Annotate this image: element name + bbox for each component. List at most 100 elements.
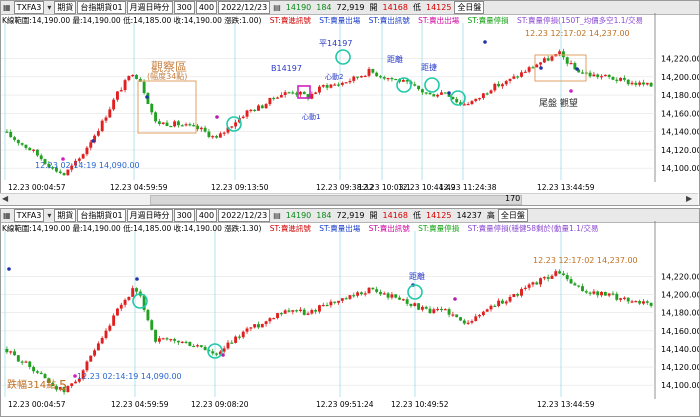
price-tick-label: 14,120.00 [661, 363, 699, 372]
candle-body [135, 288, 138, 292]
candlestick-chart-bottom: 12.23 12:17:02 14,237.00 12.23 02:14:19 … [1, 221, 699, 407]
candle-body [603, 291, 607, 296]
candle-body [642, 301, 645, 304]
candle-body [298, 91, 302, 95]
candle-body [112, 99, 116, 110]
scroll-value: 170 [505, 194, 521, 203]
candle-body [428, 92, 432, 95]
signal-dot [91, 139, 95, 143]
candle-body [478, 315, 482, 317]
candle-body [527, 284, 531, 288]
candle-body [96, 343, 100, 351]
scroll-left-icon[interactable]: ◀ [2, 194, 8, 203]
candle-body [379, 292, 382, 295]
signal-dot [453, 297, 457, 301]
scroll-right-icon[interactable]: ▶ [686, 194, 692, 203]
candle-body [603, 74, 607, 77]
candle-body [398, 297, 401, 300]
candle-body [32, 366, 36, 372]
mid-label: 距離 [409, 271, 425, 281]
candle-body [272, 318, 276, 320]
candle-body [230, 342, 234, 344]
candle-body [329, 301, 333, 306]
candle-body [554, 271, 558, 276]
candle-body [24, 144, 28, 148]
time-tick-label: 12.23 10:49:52 [391, 400, 449, 407]
candle-body [218, 133, 222, 138]
candle-body [337, 84, 340, 86]
scroll-thumb[interactable] [150, 195, 522, 205]
candle-body [581, 72, 584, 74]
candle-body [180, 341, 184, 344]
candle-body [333, 84, 337, 86]
candle-body [531, 67, 535, 69]
time-tick-label: 12.23 13:44:59 [537, 400, 595, 407]
change-value: 184 [316, 3, 332, 12]
candle-body [127, 75, 131, 81]
candle-body [417, 303, 421, 310]
candle-body [20, 143, 24, 145]
candle-body [634, 301, 638, 303]
candle-body [615, 79, 619, 81]
candle-body [161, 338, 165, 340]
candle-body [584, 291, 588, 293]
candle-body [180, 125, 184, 127]
candle-body [352, 295, 356, 297]
low-label: 低 [412, 211, 421, 220]
candle-body [115, 91, 119, 100]
candle-body [451, 96, 455, 100]
candle-body [523, 287, 527, 289]
candle-body [35, 371, 39, 373]
grid-icon[interactable]: ▦ [1, 210, 13, 221]
candle-body [150, 320, 154, 330]
candle-body [420, 306, 424, 310]
price-tick-label: 14,200.00 [661, 73, 699, 82]
candle-body [447, 309, 451, 315]
candle-body [466, 103, 470, 106]
candle-body [241, 331, 245, 338]
candle-body [188, 124, 192, 126]
candle-body [32, 149, 36, 151]
horizontal-scrollbar[interactable]: 170 ◀ ▶ [0, 193, 698, 205]
candle-body [169, 339, 173, 341]
candle-body [497, 83, 501, 87]
calendar-icon[interactable]: ▤ [271, 2, 283, 13]
candle-body [241, 116, 245, 119]
calendar-icon[interactable]: ▤ [271, 210, 283, 221]
candle-body [504, 301, 508, 304]
dropdown-icon[interactable]: ▾ [45, 210, 53, 221]
time-tick-label: 12.23 09:08:20 [191, 400, 249, 407]
candle-body [390, 78, 394, 80]
ping-label: 平14197 [319, 39, 352, 48]
dropdown-icon[interactable]: ▾ [45, 2, 53, 13]
candle-body [577, 285, 581, 287]
tail-label: 尾盤 觀望 [539, 97, 578, 109]
candle-body [443, 309, 447, 311]
candle-body [363, 293, 367, 295]
grid-icon[interactable]: ▦ [1, 2, 13, 13]
candle-body [558, 51, 562, 54]
candle-body [394, 294, 398, 298]
candle-body [375, 289, 379, 293]
signal-circle [335, 49, 351, 65]
price-value: 14190 [285, 211, 312, 220]
candle-body [93, 350, 97, 356]
candle-body [39, 372, 43, 375]
candle-body [169, 125, 173, 128]
candle-body [497, 300, 501, 307]
candle-body [520, 288, 523, 296]
candle-body [184, 341, 188, 344]
candle-body [119, 304, 123, 309]
candle-body [645, 82, 649, 85]
candle-body [74, 381, 77, 384]
candle-body [260, 324, 264, 328]
candle-body [649, 82, 653, 87]
candle-body [619, 298, 623, 300]
candle-body [443, 92, 447, 94]
candle-body [348, 295, 352, 299]
candle-body [459, 317, 462, 321]
candle-body [16, 139, 20, 144]
candle-body [24, 361, 28, 363]
candle-body [298, 309, 302, 311]
candle-body [581, 286, 584, 292]
